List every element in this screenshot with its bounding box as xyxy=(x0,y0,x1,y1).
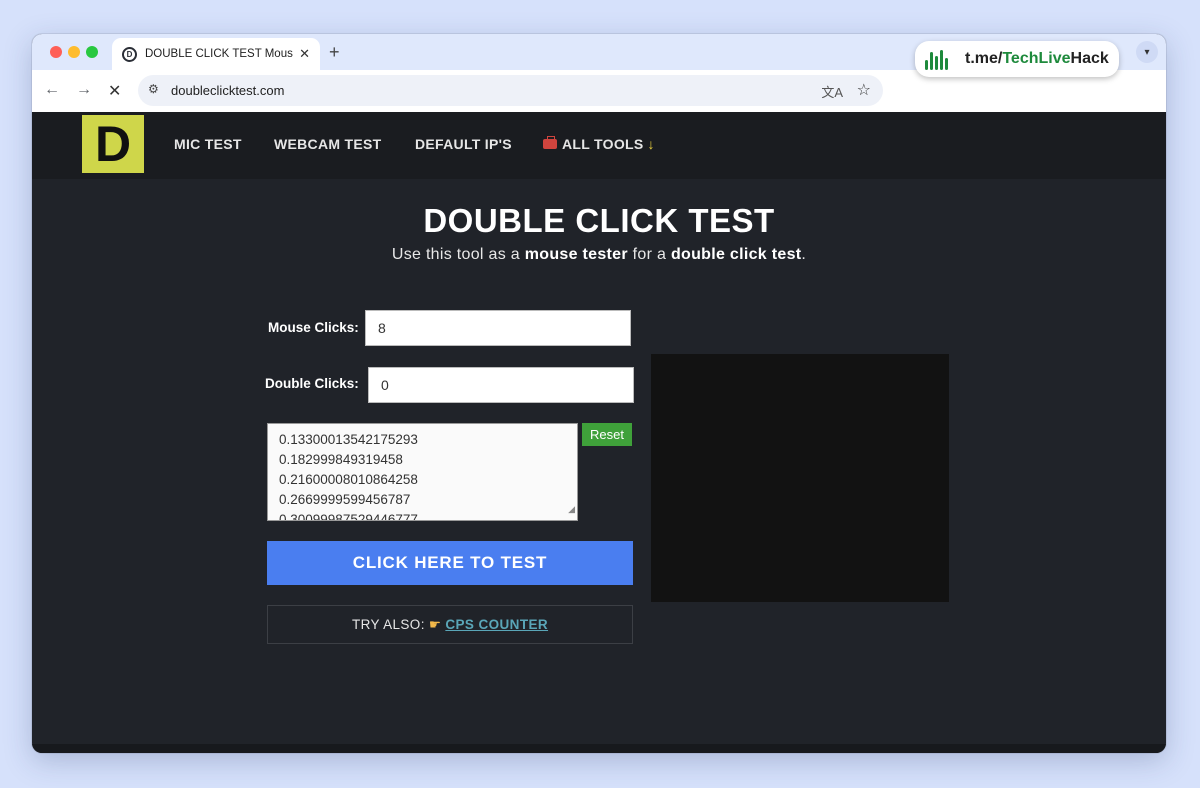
techlivehack-logo-icon xyxy=(925,48,951,70)
address-bar[interactable]: ⚙ doubleclicktest.com 文A ☆ xyxy=(138,75,883,106)
arrow-left-icon[interactable]: ← xyxy=(44,81,60,99)
log-line: 0.182999849319458 xyxy=(279,452,403,467)
tune-icon[interactable]: ⚙ xyxy=(148,82,159,96)
maximize-window-button[interactable] xyxy=(86,46,98,58)
subtitle-text: Use this tool as a xyxy=(391,246,525,263)
browser-tab[interactable]: D DOUBLE CLICK TEST Mouse ✕ xyxy=(112,38,320,70)
mouse-clicks-label: Mouse Clicks: xyxy=(268,320,359,335)
subtitle-bold-double-click: double click test xyxy=(670,246,802,263)
double-clicks-field[interactable]: 0 xyxy=(368,367,634,403)
resize-handle-icon[interactable]: ◢ xyxy=(568,499,575,519)
watermark-badge: t.me/TechLiveHack xyxy=(915,41,1119,77)
page-subtitle: Use this tool as a mouse tester for a do… xyxy=(32,246,1166,264)
page-bottom-bar xyxy=(32,744,1166,753)
site-favicon-icon: D xyxy=(122,46,137,62)
site-logo[interactable]: D xyxy=(82,115,144,173)
mouse-clicks-field[interactable]: 8 xyxy=(365,310,631,346)
toolbox-icon xyxy=(543,136,557,149)
subtitle-text: for a xyxy=(627,246,671,263)
pointing-hand-icon: ☛ xyxy=(428,616,442,632)
watermark-text: t.me/TechLiveHack xyxy=(965,50,1109,68)
translate-icon[interactable]: 文A xyxy=(821,82,843,101)
nav-all-tools[interactable]: ALL TOOLS ↓ xyxy=(543,136,655,152)
reset-button[interactable]: Reset xyxy=(582,423,632,446)
page-title: DOUBLE CLICK TEST xyxy=(423,202,775,239)
log-line: 0.13300013542175293 xyxy=(279,432,418,447)
minimize-window-button[interactable] xyxy=(68,46,80,58)
nav-all-tools-label: ALL TOOLS xyxy=(562,136,644,152)
arrow-down-icon: ↓ xyxy=(647,136,655,152)
close-icon[interactable]: ✕ xyxy=(108,81,121,101)
double-clicks-label: Double Clicks: xyxy=(265,376,359,391)
close-window-button[interactable] xyxy=(50,46,62,58)
try-also-label: TRY ALSO: xyxy=(351,617,425,632)
nav-webcam-test[interactable]: WEBCAM TEST xyxy=(274,136,382,152)
nav-default-ips[interactable]: DEFAULT IP'S xyxy=(415,136,512,152)
tab-close-icon[interactable]: ✕ xyxy=(299,46,310,62)
tab-title: DOUBLE CLICK TEST Mouse xyxy=(145,48,294,60)
watermark-prefix: t.me/ xyxy=(965,50,1003,67)
click-test-button[interactable]: CLICK HERE TO TEST xyxy=(267,541,633,585)
watermark-highlight: TechLive xyxy=(1002,50,1071,67)
url-text[interactable]: doubleclicktest.com xyxy=(171,83,284,98)
click-interval-log[interactable]: 0.13300013542175293 0.182999849319458 0.… xyxy=(267,423,578,521)
watermark-suffix: Hack xyxy=(1070,50,1109,67)
subtitle-bold-mouse-tester: mouse tester xyxy=(524,246,628,263)
log-line: 0.30099987529446777 xyxy=(279,512,418,521)
nav-mic-test[interactable]: MIC TEST xyxy=(174,136,242,152)
ad-panel xyxy=(651,354,949,602)
subtitle-text: . xyxy=(801,246,807,263)
site-header: D MIC TEST WEBCAM TEST DEFAULT IP'S ALL … xyxy=(32,112,1166,179)
star-icon[interactable]: ☆ xyxy=(857,80,871,100)
chevron-down-icon[interactable]: ▾ xyxy=(1136,41,1158,63)
try-also-box: TRY ALSO: ☛ CPS COUNTER xyxy=(267,605,633,644)
new-tab-button[interactable]: + xyxy=(329,42,340,63)
log-line: 0.2669999599456787 xyxy=(279,492,411,507)
browser-window: D DOUBLE CLICK TEST Mouse ✕ + ▾ ← → ✕ ⚙ … xyxy=(32,34,1166,753)
log-line: 0.21600008010864258 xyxy=(279,472,418,487)
cps-counter-link[interactable]: CPS COUNTER xyxy=(445,617,548,632)
arrow-right-icon[interactable]: → xyxy=(76,81,92,99)
